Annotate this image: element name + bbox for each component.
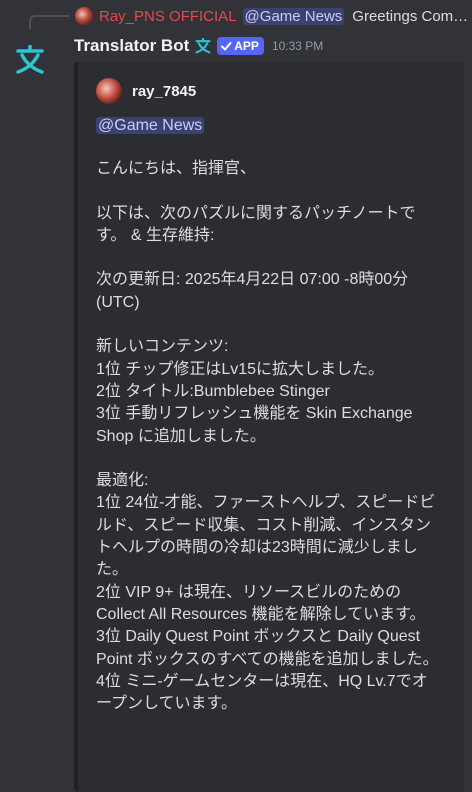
optimization-item: 1位 24位-才能、ファーストヘルプ、スピードビルド、スピード収集、コスト削減、… <box>96 494 436 579</box>
optimization-item: 4位 ミニ-ゲームセンターは現在、HQ Lv.7でオープンしています。 <box>96 672 428 713</box>
embed-author-avatar <box>96 78 122 104</box>
embed-author-name: ray_7845 <box>132 82 197 100</box>
reply-connector <box>29 15 69 29</box>
translator-bot-avatar-icon[interactable] <box>10 40 50 80</box>
greeting-text: こんにちは、指揮官、 <box>96 160 257 177</box>
app-badge: APP <box>217 37 264 55</box>
intro-text: 以下は、次のパズルに関するパッチノートです。 & 生存維持: <box>96 204 416 244</box>
embed-author: ray_7845 <box>96 78 196 104</box>
app-badge-label: APP <box>234 39 259 53</box>
embed-description: こんにちは、指揮官、 以下は、次のパズルに関するパッチノートです。 & 生存維持… <box>96 158 441 715</box>
reply-text[interactable]: Greetings Commander, <box>352 8 472 25</box>
embed-mention[interactable]: @Game News <box>96 117 205 134</box>
new-content-item: 2位 タイトル:Bumblebee Stinger <box>96 382 330 400</box>
reply-mention[interactable]: @Game News <box>242 7 345 25</box>
optimization-item: 3位 Daily Quest Point ボックスと Daily Quest P… <box>96 628 439 668</box>
next-update-text: 次の更新日: 2025年4月22日 07:00 -8時00分(UTC) <box>96 271 409 311</box>
message-timestamp[interactable]: 10:33 PM <box>272 39 323 53</box>
translate-glyph-icon <box>195 38 211 54</box>
new-content-item: 1位 チップ修正はLv15に拡大しました。 <box>96 360 385 378</box>
new-content-heading: 新しいコンテンツ: <box>96 338 229 356</box>
message-header: Translator Bot APP 10:33 PM <box>74 34 323 58</box>
new-content-item: 3位 手動リフレッシュ機能を Skin Exchange Shop に追加しまし… <box>96 405 413 445</box>
optimization-item: 2位 VIP 9+ は現在、リソースビルのための Collect All Res… <box>96 583 426 623</box>
optimization-heading: 最適化: <box>96 472 149 490</box>
reply-preview[interactable]: Ray_PNS OFFICIAL @Game News Greetings Co… <box>75 5 472 27</box>
translation-embed: ray_7845 @Game News こんにちは、指揮官、 以下は、次のパズル… <box>74 62 464 792</box>
reply-author-avatar[interactable] <box>75 7 93 25</box>
bot-username[interactable]: Translator Bot <box>74 36 189 56</box>
checkmark-icon <box>221 42 232 51</box>
reply-author-name[interactable]: Ray_PNS OFFICIAL <box>99 8 237 25</box>
